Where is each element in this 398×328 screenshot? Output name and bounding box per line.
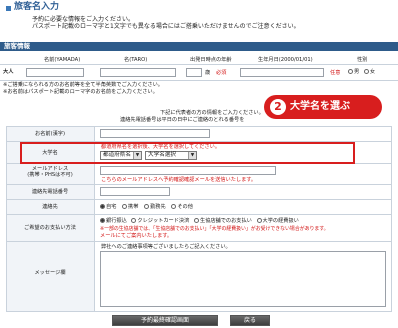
payment-card-radio[interactable] xyxy=(131,218,137,223)
header-divider xyxy=(0,64,398,65)
payment-note-1: ※一部の生協店舗では、「生協店舗でのお支払い」「大学の経費扱い」がお受けできない… xyxy=(100,226,329,232)
payment-university-radio[interactable] xyxy=(256,218,262,223)
gender-male-radio[interactable] xyxy=(348,69,353,74)
header-given-name: 名(TARO) xyxy=(124,57,148,63)
payment-card-label: クレジットカード決済 xyxy=(137,218,190,224)
confirm-button[interactable]: 予約最終確認画面 xyxy=(112,315,218,326)
header-birthday: 生年月日(2000/01/01) xyxy=(258,57,313,63)
contact-home-radio[interactable] xyxy=(100,204,105,209)
payment-row-line xyxy=(6,241,392,242)
callout-number: 2 xyxy=(270,99,286,115)
contact-mobile-radio[interactable] xyxy=(122,204,128,209)
message-hint: 弊社へのご連絡事項等ございましたらご記入ください。 xyxy=(101,244,231,250)
birthday-input[interactable] xyxy=(240,68,324,77)
message-label: メッセージ欄 xyxy=(34,270,66,276)
rep-note-2: 連絡先電話番号は平日の日中にご連絡のとれる番号を xyxy=(120,117,245,123)
surname-input[interactable] xyxy=(26,68,84,77)
form-top-line xyxy=(6,126,392,127)
title-bullet-icon xyxy=(6,6,11,11)
payment-university-label: 大学の経費扱い xyxy=(262,218,299,224)
payment-bank-label: 銀行振込 xyxy=(106,218,127,224)
name-label: お名前(漢字) xyxy=(35,131,65,137)
university-highlight-frame xyxy=(20,142,355,164)
intro-line-1: 予約に必要な情報をご入力ください。 xyxy=(32,16,135,23)
contact-label: 連絡先 xyxy=(42,204,58,210)
section-title: 旅客情報 xyxy=(4,42,30,50)
contact-radio-group: 自宅 携帯 勤務先 その他 xyxy=(100,204,193,210)
contact-other-label: その他 xyxy=(177,204,193,210)
intro-line-2: パスポート記載のローマ字と1文字でも異なる場合にはご搭乗いただけませんのでご注意… xyxy=(32,23,300,30)
email-label-sub: (携帯・PHSは不可) xyxy=(27,172,73,178)
contact-home-label: 自宅 xyxy=(106,204,117,210)
contact-mobile-label: 携帯 xyxy=(128,204,139,210)
phone-row-line xyxy=(6,199,392,200)
adult-label: 大人 xyxy=(3,69,14,75)
gender-female-label: 女 xyxy=(369,69,376,75)
header-age: 出発日時点の年齢 xyxy=(190,57,232,63)
note-line-1: ※ご搭乗になられる方のお名前等を全て半角英数でご入力ください。 xyxy=(3,82,163,88)
callout-badge: 2 大学名を選ぶ xyxy=(264,95,382,119)
contact-row-line xyxy=(6,214,392,215)
gender-female-radio[interactable] xyxy=(363,69,369,74)
section-bar: 旅客情報 xyxy=(0,42,398,51)
email-note: こちらのメールアドレスへ予約確認確認メールを送信いたします。 xyxy=(101,177,257,183)
payment-bank-radio[interactable] xyxy=(100,218,105,223)
payment-label: ご希望のお支払い方法 xyxy=(24,225,76,231)
age-suffix: 歳 xyxy=(205,70,211,76)
message-textarea[interactable] xyxy=(100,251,386,307)
contact-work-label: 勤務先 xyxy=(150,204,166,210)
name-kanji-input[interactable] xyxy=(100,129,210,138)
email-row-line xyxy=(6,184,392,185)
header-gender: 性別 xyxy=(357,57,368,63)
gender-male-label: 男 xyxy=(354,69,360,75)
optional-badge: 任意 xyxy=(330,70,341,76)
page-title: 旅客名入力 xyxy=(14,2,60,12)
email-field[interactable] xyxy=(100,166,276,175)
back-button[interactable]: 戻る xyxy=(230,315,270,326)
payment-note-2: メールにてご案内いたします。 xyxy=(100,233,173,239)
phone-input[interactable] xyxy=(100,187,170,196)
message-row-line xyxy=(6,311,392,312)
payment-radio-group: 銀行振込 クレジットカード決済 生協店舗でのお支払い 大学の経費扱い xyxy=(100,218,299,224)
given-name-input[interactable] xyxy=(100,68,176,77)
callout-text: 大学名を選ぶ xyxy=(290,101,350,112)
form-right-line xyxy=(391,126,392,312)
payment-coop-label: 生協店舗でのお支払い xyxy=(199,218,252,224)
required-badge: 必須 xyxy=(216,70,227,76)
contact-other-radio[interactable] xyxy=(171,204,177,209)
age-input[interactable] xyxy=(186,68,202,77)
rep-note-1: 下記に代表者の方の情報をご入力ください。 xyxy=(160,110,264,116)
payment-coop-radio[interactable] xyxy=(193,218,199,223)
adult-row-divider xyxy=(0,80,398,81)
note-line-2: ※お名前はパスポート記載のローマ字のお名前をご入力ください。 xyxy=(3,89,158,95)
header-surname: 名前(YAMADA) xyxy=(44,57,81,63)
gender-radio-group: 男 女 xyxy=(348,69,375,75)
phone-label: 連絡先電話番号 xyxy=(31,189,69,195)
contact-work-radio[interactable] xyxy=(144,204,150,209)
